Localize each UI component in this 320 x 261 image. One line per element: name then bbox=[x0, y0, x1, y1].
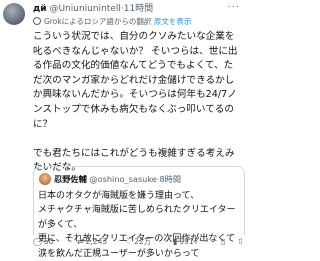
more-options-icon[interactable]: ··· bbox=[227, 2, 240, 13]
quote-text: 日本のオタクが海賊版を嫌う理由って、 メチャクチャ海賊版に苦しめられたクリエイタ… bbox=[38, 191, 236, 259]
share-icon: ⇧ bbox=[237, 237, 244, 246]
repost-button[interactable]: ⇄ 2,243 bbox=[77, 236, 107, 248]
repost-icon: ⇄ bbox=[77, 237, 84, 246]
reply-button[interactable]: ◯ 50 bbox=[33, 236, 54, 248]
quote-header: 忍野佐輔 @oshino_sasuke·8時間 bbox=[54, 174, 182, 184]
like-count: 22万 bbox=[134, 237, 152, 246]
reply-count: 50 bbox=[43, 237, 54, 246]
quote-time: 8時間 bbox=[159, 174, 182, 184]
author-avatar[interactable] bbox=[3, 3, 25, 25]
like-button[interactable]: ♡ 22万 bbox=[125, 236, 151, 248]
author-handle[interactable]: @Uniuniunintell bbox=[49, 4, 120, 14]
views-count: 9917 bbox=[179, 237, 199, 246]
post-header: дй @Uniuniunintell·11時間 bbox=[33, 4, 154, 14]
translation-bar: Grokによるロシア語からの翻訳 原文を表示 bbox=[33, 16, 241, 28]
views-chart-icon: ▮ bbox=[173, 237, 178, 246]
reply-icon: ◯ bbox=[33, 237, 42, 246]
quote-author-name: 忍野佐輔 bbox=[54, 174, 87, 184]
author-name[interactable]: дй bbox=[33, 4, 47, 14]
translation-note: Grokによるロシア語からの翻訳 bbox=[44, 17, 152, 26]
bookmark-button[interactable]: ▯ bbox=[221, 236, 227, 248]
quote-author-handle: @oshino_sasuke bbox=[89, 174, 157, 184]
post-time[interactable]: 11時間 bbox=[124, 4, 153, 14]
quote-author-avatar bbox=[39, 173, 51, 185]
quoted-post[interactable]: 忍野佐輔 @oshino_sasuke·8時間 日本のオタクが海賊版を嫌う理由っ… bbox=[33, 166, 245, 259]
heart-icon: ♡ bbox=[125, 237, 133, 246]
globe-icon bbox=[33, 17, 41, 25]
views-button[interactable]: ▮ 9917 bbox=[173, 236, 199, 248]
action-bar: ◯ 50 ⇄ 2,243 ♡ 22万 ▮ 9917 ▯ ⇧ bbox=[33, 236, 246, 248]
share-button[interactable]: ⇧ bbox=[237, 236, 246, 248]
post-text: こういう状況では、自分のクソみたいな企業を叱るべきなんじゃないか？ そいつらは、… bbox=[33, 31, 238, 174]
show-original-link[interactable]: 原文を表示 bbox=[154, 17, 192, 26]
bookmark-icon: ▯ bbox=[221, 237, 226, 246]
repost-count: 2,243 bbox=[85, 237, 108, 246]
